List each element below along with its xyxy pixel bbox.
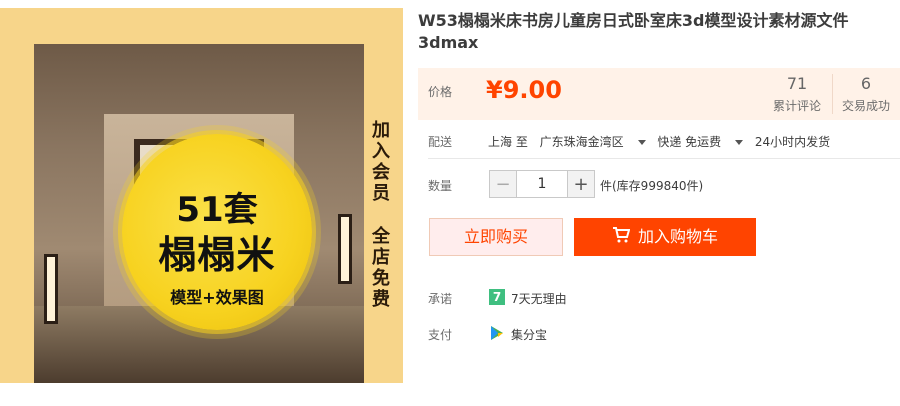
destination-select[interactable]: 广东珠海金湾区: [540, 135, 646, 149]
promise-label: 承诺: [428, 292, 453, 306]
product-title: W53榻榻米床书房儿童房日式卧室床3d模型设计素材源文件3dmax: [418, 11, 849, 52]
shipping-row: 上海 至 广东珠海金湾区 快递 免运费 24小时内发货: [488, 133, 838, 150]
chevron-down-icon: [637, 140, 646, 145]
product-image[interactable]: 51套 榻榻米 模型+效果图 加 入 会 员 全 店 免 费: [0, 8, 403, 383]
reviews-stat[interactable]: 71 累计评论: [764, 74, 830, 114]
sold-stat: 6 交易成功: [832, 74, 899, 114]
buy-now-button[interactable]: 立即购买: [429, 218, 563, 256]
shipping-from: 上海 至: [488, 135, 528, 149]
shipping-label: 配送: [428, 135, 453, 149]
quantity-stepper: − 1 +: [489, 170, 595, 198]
add-to-cart-button[interactable]: 加入购物车: [574, 218, 756, 256]
wall-lamp-left: [44, 254, 58, 324]
badge-subtitle: 模型+效果图: [170, 288, 264, 307]
dispatch-time: 24小时内发货: [754, 135, 831, 149]
price-panel: 价格 ¥9.00 71 累计评论 6 交易成功: [418, 68, 900, 120]
bedroom-photo: 51套 榻榻米 模型+效果图: [34, 44, 364, 383]
jifenbao-icon: [489, 325, 505, 341]
badge-title: 榻榻米: [158, 233, 276, 277]
reviews-label: 累计评论: [772, 99, 821, 113]
wall-lamp-right: [338, 214, 352, 284]
quantity-label: 数量: [428, 179, 453, 193]
promo-badge: 51套 榻榻米 模型+效果图: [122, 134, 312, 330]
cart-icon: [612, 219, 631, 257]
destination-text: 广东珠海金湾区: [539, 135, 624, 149]
sold-label: 交易成功: [841, 99, 890, 113]
shipping-method-text: 快递 免运费: [657, 135, 722, 149]
reviews-count: 71: [786, 74, 808, 93]
shipping-method-select[interactable]: 快递 免运费: [657, 135, 743, 149]
stock-text: 件(库存999840件): [600, 179, 704, 193]
vertical-promo: 加 入 会 员 全 店 免 费: [372, 120, 390, 310]
promise-text[interactable]: 7天无理由: [511, 290, 567, 307]
seven-days-icon: 7: [489, 289, 505, 305]
price-value: ¥9.00: [486, 76, 562, 104]
payment-label: 支付: [428, 328, 453, 342]
price-label: 价格: [428, 85, 453, 99]
add-to-cart-label: 加入购物车: [637, 227, 718, 246]
decrement-button[interactable]: −: [489, 170, 517, 198]
divider: [428, 158, 900, 159]
sold-count: 6: [860, 74, 872, 93]
payment-text: 集分宝: [511, 328, 548, 342]
chevron-down-icon: [734, 140, 743, 145]
increment-button[interactable]: +: [567, 170, 595, 198]
quantity-input[interactable]: 1: [517, 170, 567, 198]
